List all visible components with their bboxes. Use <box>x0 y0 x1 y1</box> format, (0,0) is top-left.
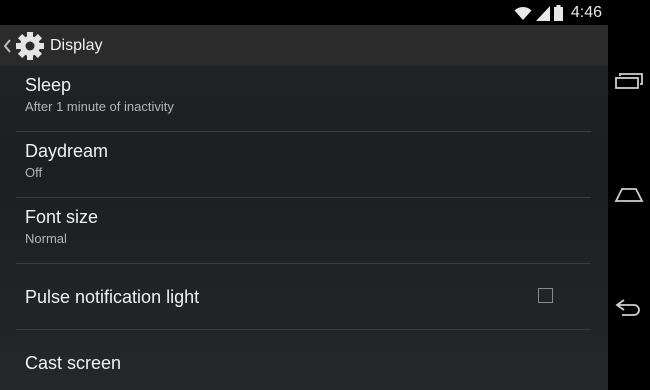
status-time: 4:46 <box>570 4 602 21</box>
setting-daydream[interactable]: Daydream Off <box>16 132 591 198</box>
status-bar: 4:46 <box>0 0 608 25</box>
setting-title: Cast screen <box>25 353 122 373</box>
settings-list: Sleep After 1 minute of inactivity Daydr… <box>16 66 591 390</box>
recent-apps-icon[interactable] <box>614 66 644 96</box>
back-icon[interactable] <box>614 293 644 323</box>
status-icons: 4:46 <box>514 3 602 23</box>
home-icon[interactable] <box>614 180 644 210</box>
setting-cast-screen[interactable]: Cast screen <box>16 330 591 390</box>
page-title: Display <box>50 36 103 54</box>
setting-title: Daydream <box>25 141 109 161</box>
setting-summary: Off <box>25 165 43 180</box>
back-chevron-icon[interactable] <box>3 38 13 54</box>
action-bar: Display <box>0 25 608 66</box>
setting-title: Sleep <box>25 75 72 95</box>
setting-summary: Normal <box>25 231 67 246</box>
display-settings-screen: 4:46 Display Sleep After 1 minute of ina… <box>0 0 608 390</box>
cell-signal-icon <box>535 6 550 21</box>
settings-gear-icon[interactable] <box>15 31 45 61</box>
setting-font-size[interactable]: Font size Normal <box>16 198 591 264</box>
battery-icon <box>553 5 563 21</box>
setting-title: Font size <box>25 207 99 227</box>
setting-pulse-notification-light[interactable]: Pulse notification light <box>16 264 591 330</box>
setting-title: Pulse notification light <box>25 287 200 307</box>
setting-summary: After 1 minute of inactivity <box>25 99 174 114</box>
navigation-bar <box>608 0 650 390</box>
wifi-icon <box>514 6 532 20</box>
pulse-light-checkbox[interactable] <box>538 288 553 303</box>
setting-sleep[interactable]: Sleep After 1 minute of inactivity <box>16 66 591 132</box>
